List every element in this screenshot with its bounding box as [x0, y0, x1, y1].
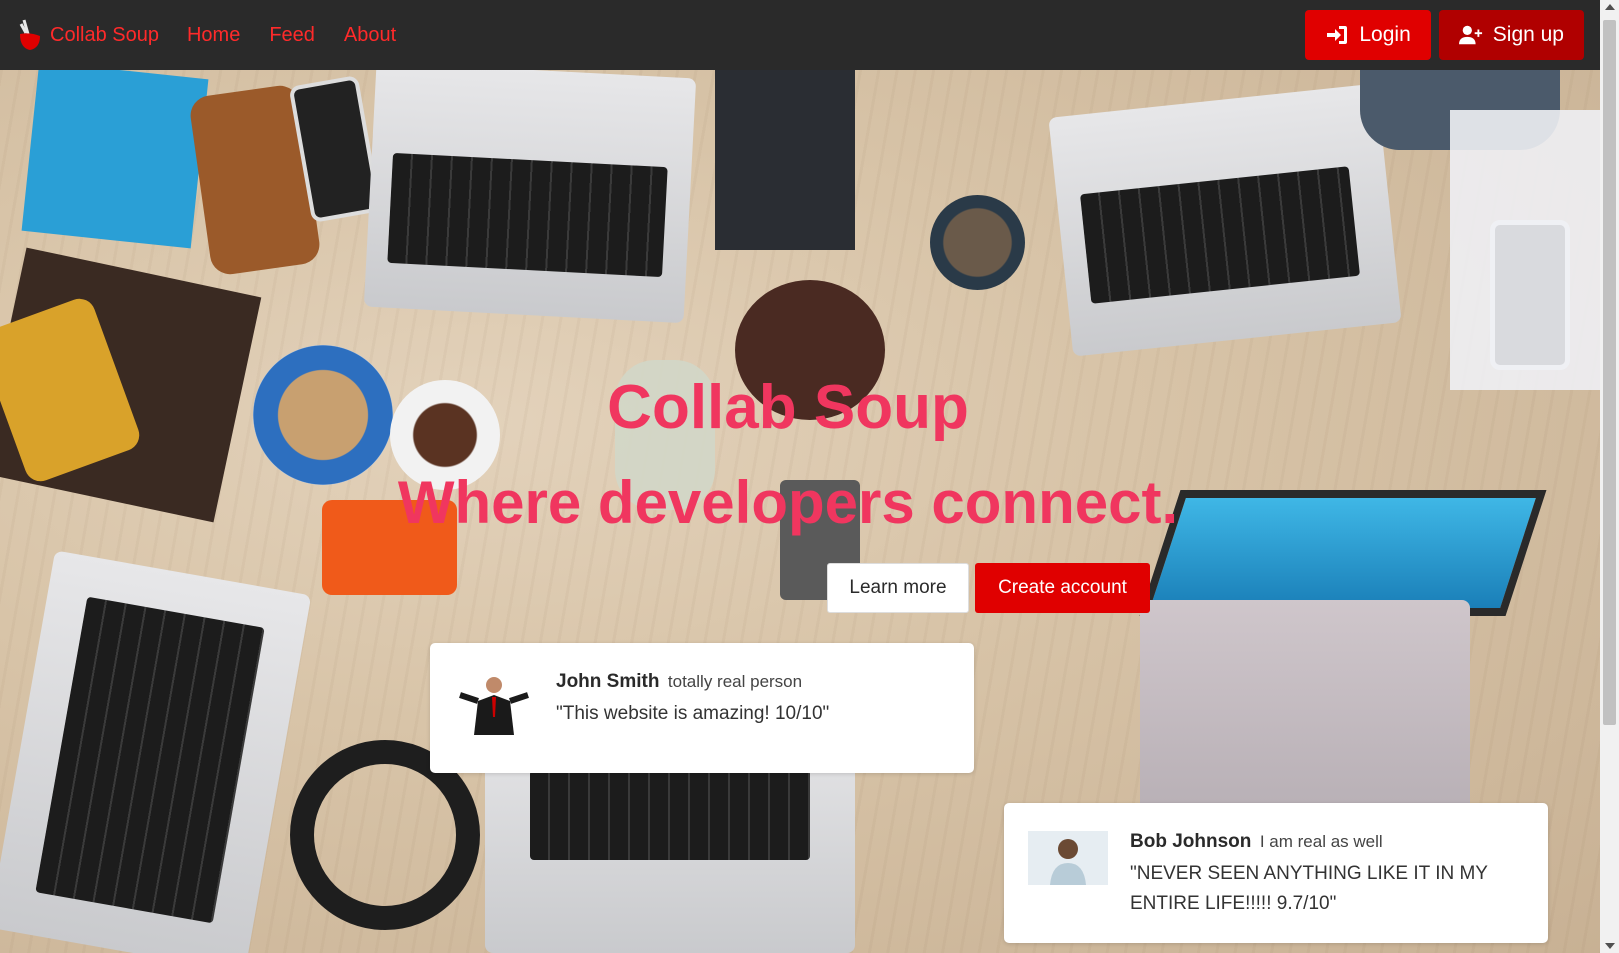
- notebook-black: [715, 70, 855, 250]
- nav-about[interactable]: About: [344, 24, 396, 47]
- brand-name: Collab Soup: [50, 23, 159, 46]
- hero-title: Collab Soup: [607, 373, 969, 442]
- brand-link[interactable]: Collab Soup: [16, 18, 159, 52]
- user-plus-icon: [1458, 25, 1482, 45]
- keyboard-bottom-center: [530, 770, 810, 860]
- cup-dark: [930, 195, 1025, 290]
- testimonial-quote: "This website is amazing! 10/10": [556, 703, 830, 724]
- login-label: Login: [1359, 23, 1411, 46]
- avatar: [1028, 831, 1108, 885]
- scroll-up-icon[interactable]: [1605, 4, 1615, 10]
- navbar: Collab Soup Home Feed About Login Sign u…: [0, 0, 1600, 70]
- paper-right: [1450, 110, 1600, 390]
- testimonial-role: totally real person: [667, 672, 803, 691]
- testimonial-quote: "NEVER SEEN ANYTHING LIKE IT IN MY ENTIR…: [1130, 863, 1488, 914]
- testimonial-card: Bob Johnson I am real as well "NEVER SEE…: [1004, 803, 1548, 943]
- sign-in-icon: [1327, 26, 1348, 44]
- soup-logo-icon: [19, 19, 40, 50]
- testimonial-name: John Smith: [556, 671, 660, 692]
- avatar: [454, 671, 534, 735]
- notebook-blue: [21, 70, 209, 249]
- testimonial-role: I am real as well: [1259, 832, 1383, 851]
- scroll-down-icon[interactable]: [1605, 943, 1615, 949]
- testimonial-body: John Smith totally real person "This web…: [556, 671, 829, 729]
- testimonial-card: John Smith totally real person "This web…: [430, 643, 974, 773]
- scroll-thumb[interactable]: [1603, 20, 1616, 725]
- auth-buttons: Login Sign up: [1305, 10, 1584, 60]
- page-scrollbar[interactable]: [1600, 0, 1619, 953]
- nav-home[interactable]: Home: [187, 24, 240, 47]
- nav-feed[interactable]: Feed: [269, 24, 315, 47]
- signup-label: Sign up: [1492, 23, 1564, 46]
- learn-more-button[interactable]: Learn more: [827, 563, 969, 613]
- keyboard-top-center: [387, 152, 668, 278]
- signup-button[interactable]: Sign up: [1438, 10, 1584, 60]
- testimonial-name: Bob Johnson: [1130, 831, 1252, 852]
- create-account-button[interactable]: Create account: [975, 563, 1150, 613]
- login-button[interactable]: Login: [1305, 10, 1431, 60]
- testimonial-body: Bob Johnson I am real as well "NEVER SEE…: [1130, 831, 1524, 919]
- hero-subtitle: Where developers connect.: [397, 469, 1179, 536]
